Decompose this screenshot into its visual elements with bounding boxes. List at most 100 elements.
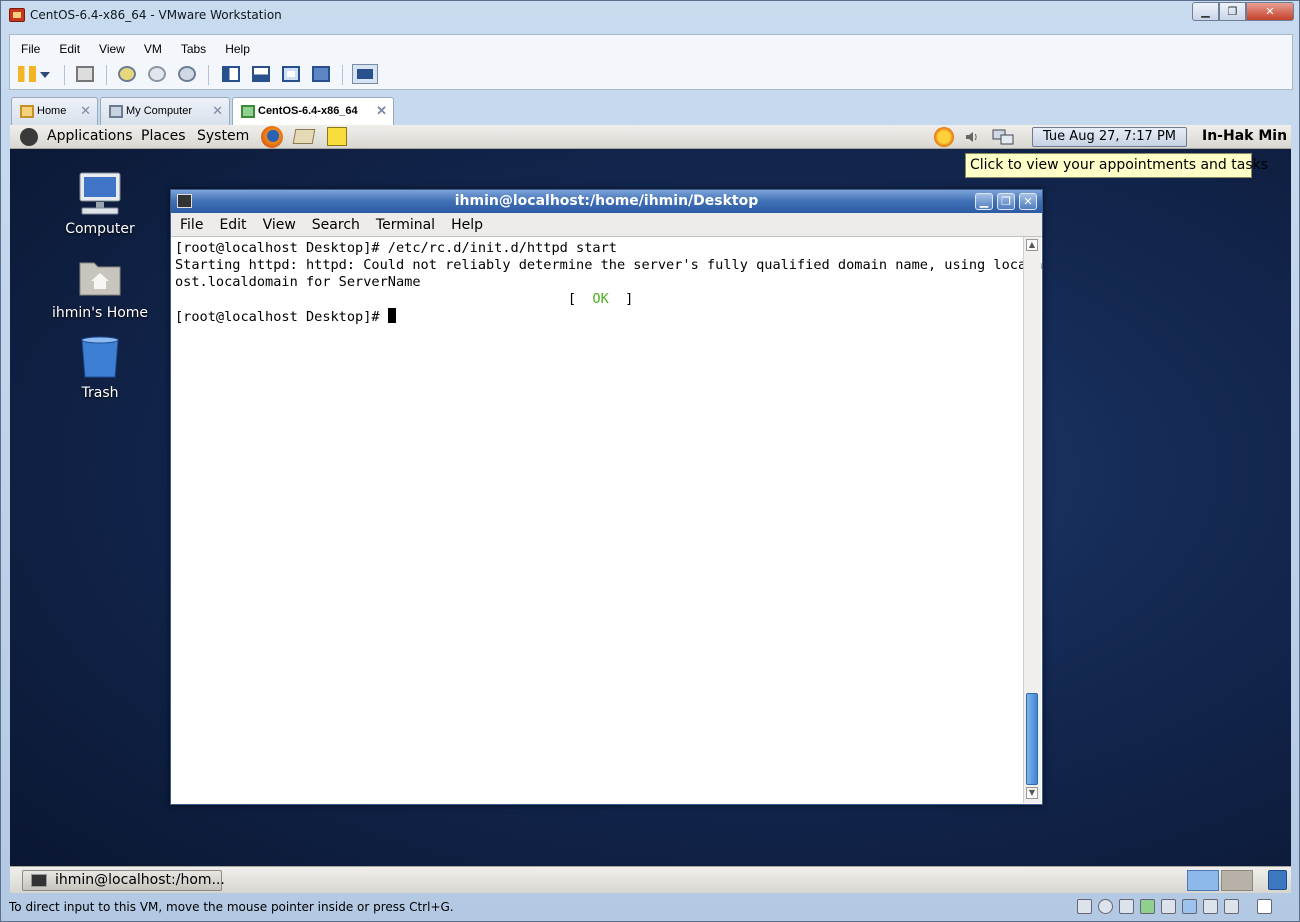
gnome-bottom-panel: ihmin@localhost:/hom...	[10, 866, 1291, 893]
menu-view[interactable]: View	[88, 40, 133, 58]
vm-running-icon	[241, 105, 255, 118]
network-adapter-icon[interactable]	[1140, 899, 1155, 914]
menu-vm[interactable]: VM	[133, 40, 170, 58]
desktop-icon-label: Trash	[81, 385, 119, 401]
firefox-icon[interactable]	[261, 126, 283, 148]
desktop-icon-computer[interactable]: Computer	[40, 171, 160, 237]
status-text: To direct input to this VM, move the mou…	[9, 900, 454, 914]
menu-help[interactable]: Help	[214, 40, 258, 58]
menu-and-toolbar: File Edit View VM Tabs Help	[9, 34, 1293, 90]
workspace-1[interactable]	[1187, 870, 1219, 891]
text-editor-icon[interactable]	[327, 127, 347, 146]
terminal-menu-edit[interactable]: Edit	[210, 213, 253, 236]
menu-edit[interactable]: Edit	[48, 40, 88, 58]
snapshot-manager-icon[interactable]	[178, 66, 196, 82]
title-bar[interactable]: CentOS-6.4-x86_64 - VMware Workstation ▁…	[1, 1, 1299, 29]
desktop-icon-trash[interactable]: Trash	[40, 335, 160, 401]
home-icon	[20, 105, 34, 118]
close-icon[interactable]: ✕	[80, 103, 91, 119]
minimize-icon: ▁	[979, 195, 989, 208]
terminal-title-bar[interactable]: ihmin@localhost:/home/ihmin/Desktop ▁ ❐ …	[171, 190, 1042, 213]
tab-home[interactable]: Home ✕	[11, 97, 98, 125]
clock-tooltip: Click to view your appointments and task…	[965, 153, 1268, 178]
tab-label: Home	[37, 105, 67, 117]
floppy-icon[interactable]	[1119, 899, 1134, 914]
network-status-icon[interactable]	[992, 128, 1014, 146]
scroll-up-icon[interactable]: ▲	[1026, 239, 1038, 251]
scroll-down-icon[interactable]: ▼	[1026, 787, 1038, 799]
terminal-icon	[177, 194, 192, 208]
terminal-scrollbar[interactable]: ▲ ▼	[1023, 237, 1041, 803]
tab-label: My Computer	[126, 105, 193, 117]
dropdown-arrow-icon[interactable]	[40, 72, 50, 78]
ok-status: OK	[592, 291, 609, 307]
terminal-icon	[31, 874, 47, 887]
vm-console[interactable]: Applications Places System Tue Aug 27, 7…	[10, 125, 1291, 893]
close-button[interactable]: ✕	[1246, 2, 1294, 21]
thumbnail-view-icon[interactable]	[352, 64, 378, 84]
terminal-menu-search[interactable]: Search	[303, 213, 367, 236]
menu-bar: File Edit View VM Tabs Help	[10, 40, 258, 58]
workspace-2[interactable]	[1221, 870, 1253, 891]
menu-places[interactable]: Places	[141, 128, 186, 144]
menu-system[interactable]: System	[197, 128, 249, 144]
quick-switch-icon[interactable]	[252, 66, 270, 82]
trash-icon[interactable]	[1268, 870, 1287, 890]
tab-my-computer[interactable]: My Computer ✕	[100, 97, 230, 125]
usb-icon[interactable]	[1161, 899, 1176, 914]
message-icon[interactable]	[1257, 899, 1272, 914]
trash-icon	[76, 335, 124, 381]
terminal-menu-file[interactable]: File	[171, 213, 210, 236]
sound-icon[interactable]	[1182, 899, 1197, 914]
mail-icon[interactable]	[292, 129, 316, 144]
terminal-menu-bar: File Edit View Search Terminal Help	[171, 213, 1042, 237]
network-icon[interactable]	[76, 66, 94, 82]
snapshot-icon[interactable]	[118, 66, 136, 82]
terminal-title: ihmin@localhost:/home/ihmin/Desktop	[454, 193, 759, 209]
maximize-icon: ❐	[1227, 5, 1238, 18]
close-icon[interactable]: ✕	[376, 103, 387, 119]
pause-icon[interactable]	[18, 66, 36, 82]
tab-centos[interactable]: CentOS-6.4-x86_64 ✕	[232, 97, 394, 126]
maximize-button[interactable]: ❐	[1219, 2, 1246, 21]
terminal-output[interactable]: [root@localhost Desktop]# /etc/rc.d/init…	[175, 240, 1043, 800]
full-screen-icon[interactable]	[282, 66, 300, 82]
terminal-menu-view[interactable]: View	[254, 213, 303, 236]
window-title: CentOS-6.4-x86_64 - VMware Workstation	[30, 8, 282, 22]
menu-applications[interactable]: Applications	[47, 128, 133, 144]
menu-tabs[interactable]: Tabs	[170, 40, 214, 58]
menu-file[interactable]: File	[10, 40, 48, 58]
terminal-line: Starting httpd: httpd: Could not reliabl…	[175, 257, 1043, 273]
update-notifier-icon[interactable]	[934, 127, 954, 147]
terminal-menu-terminal[interactable]: Terminal	[367, 213, 442, 236]
cd-dvd-icon[interactable]	[1098, 899, 1113, 914]
taskbar-item-terminal[interactable]: ihmin@localhost:/hom...	[22, 870, 225, 891]
unity-icon[interactable]	[312, 66, 330, 82]
tab-label: CentOS-6.4-x86_64	[258, 105, 358, 117]
clock-applet[interactable]: Tue Aug 27, 7:17 PM	[1032, 127, 1187, 147]
minimize-icon: ▁	[1201, 5, 1210, 18]
close-icon[interactable]: ✕	[212, 103, 223, 119]
maximize-icon: ❐	[1001, 195, 1011, 208]
console-view-icon[interactable]	[222, 66, 240, 82]
terminal-maximize-button[interactable]: ❐	[997, 193, 1015, 210]
terminal-menu-help[interactable]: Help	[442, 213, 490, 236]
terminal-line: [root@localhost Desktop]# /etc/rc.d/init…	[175, 240, 617, 256]
scroll-thumb[interactable]	[1026, 693, 1038, 785]
user-switcher[interactable]: In-Hak Min	[1202, 128, 1287, 144]
display-icon[interactable]	[1224, 899, 1239, 914]
gnome-foot-icon[interactable]	[20, 128, 38, 146]
speaker-icon[interactable]	[964, 129, 980, 145]
terminal-window[interactable]: ihmin@localhost:/home/ihmin/Desktop ▁ ❐ …	[170, 189, 1043, 805]
computer-icon	[109, 105, 123, 118]
printer-icon[interactable]	[1203, 899, 1218, 914]
terminal-minimize-button[interactable]: ▁	[975, 193, 993, 210]
revert-snapshot-icon[interactable]	[148, 66, 166, 82]
terminal-close-button[interactable]: ✕	[1019, 193, 1037, 210]
minimize-button[interactable]: ▁	[1192, 2, 1219, 21]
hard-disk-icon[interactable]	[1077, 899, 1092, 914]
terminal-line: ost.localdomain for ServerName	[175, 274, 421, 290]
taskbar-item-label: ihmin@localhost:/hom...	[55, 872, 225, 888]
desktop-icon-home[interactable]: ihmin's Home	[40, 255, 160, 321]
terminal-prompt: [root@localhost Desktop]#	[175, 308, 1021, 326]
